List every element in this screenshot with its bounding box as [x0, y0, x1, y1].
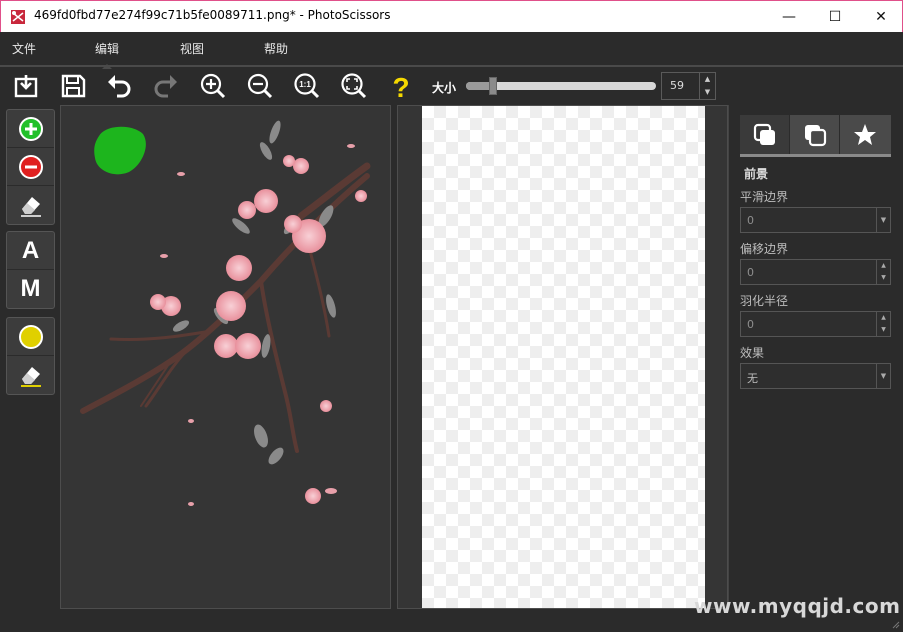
- star-icon: [854, 123, 876, 145]
- brush-size-spin-arrows[interactable]: ▲ ▼: [699, 73, 715, 99]
- brush-size-spinbox[interactable]: 59 ▲ ▼: [661, 72, 716, 100]
- menu-view[interactable]: 视图: [180, 40, 204, 57]
- auto-mode-letter: A: [21, 236, 40, 264]
- zoom-out-icon: [247, 73, 273, 99]
- window-title: 469fd0fbd77e274f99c71b5fe0089711.png* - …: [34, 8, 391, 22]
- feather-spin-arrows[interactable]: ▲ ▼: [876, 312, 890, 336]
- save-icon: [61, 74, 86, 98]
- smooth-edge-value: 0: [747, 214, 754, 227]
- smooth-edge-label: 平滑边界: [740, 190, 789, 204]
- zoom-in-button[interactable]: [196, 69, 230, 103]
- app-icon: [11, 10, 25, 24]
- smooth-edge-select[interactable]: 0 ▼: [740, 207, 891, 233]
- tab-background[interactable]: [790, 115, 840, 154]
- menu-file[interactable]: 文件: [12, 40, 36, 57]
- minimize-button[interactable]: —: [766, 1, 812, 32]
- redo-button[interactable]: [149, 69, 183, 103]
- effect-value: 无: [747, 372, 758, 385]
- redo-icon: [154, 75, 177, 98]
- zoom-fit-icon: [341, 73, 367, 99]
- keep-area-button[interactable]: [7, 318, 54, 356]
- help-glyph: ?: [392, 72, 409, 100]
- brush-size-value: 59: [670, 79, 684, 92]
- spin-down-icon[interactable]: ▼: [877, 272, 890, 284]
- auto-mode-button[interactable]: A: [7, 232, 54, 270]
- effect-select[interactable]: 无 ▼: [740, 363, 891, 389]
- plus-circle-icon: [18, 116, 43, 141]
- manual-mode-letter: M: [20, 275, 41, 302]
- zoom-fit-button[interactable]: [337, 69, 371, 103]
- zoom-actual-button[interactable]: 1:1: [290, 69, 324, 103]
- eraser-button[interactable]: [7, 186, 54, 224]
- add-foreground-button[interactable]: [7, 110, 54, 148]
- foreground-layers-icon: [753, 123, 775, 145]
- zoom-actual-icon: 1:1: [294, 73, 320, 99]
- foreground-marker-stroke: [94, 126, 146, 175]
- transparent-result-preview: [422, 106, 705, 608]
- mode-tool-group: A M: [6, 231, 55, 309]
- zoom-actual-label: 1:1: [299, 80, 311, 89]
- help-icon: ?: [392, 72, 409, 100]
- open-icon: [14, 75, 38, 98]
- yellow-eraser-icon: [20, 367, 41, 387]
- spin-down-icon[interactable]: ▼: [877, 324, 890, 336]
- spin-up-icon[interactable]: ▲: [700, 73, 715, 86]
- chevron-down-icon[interactable]: ▼: [876, 208, 890, 232]
- spin-up-icon[interactable]: ▲: [877, 312, 890, 324]
- keep-tool-group: [6, 317, 55, 395]
- title-bar: 469fd0fbd77e274f99c71b5fe0089711.png* - …: [0, 0, 903, 32]
- menu-help[interactable]: 帮助: [264, 40, 288, 57]
- marker-tool-group: [6, 109, 55, 225]
- close-button[interactable]: ✕: [858, 1, 903, 32]
- open-button[interactable]: [9, 69, 43, 103]
- menu-edit[interactable]: 编辑: [95, 40, 119, 69]
- undo-button[interactable]: [102, 69, 136, 103]
- tab-foreground[interactable]: [740, 115, 790, 154]
- undo-icon: [108, 75, 131, 98]
- brush-size-slider[interactable]: [466, 77, 656, 95]
- spin-up-icon[interactable]: ▲: [877, 260, 890, 272]
- brush-size-label: 大小: [432, 81, 457, 95]
- foreground-heading: 前景: [744, 167, 769, 181]
- source-canvas[interactable]: [60, 105, 391, 609]
- effect-label: 效果: [740, 346, 765, 360]
- spin-down-icon[interactable]: ▼: [700, 86, 715, 99]
- offset-edge-spinbox[interactable]: 0 ▲ ▼: [740, 259, 891, 285]
- save-button[interactable]: [56, 69, 90, 103]
- brush-size-slider-thumb[interactable]: [489, 77, 497, 95]
- feather-radius-label: 羽化半径: [740, 294, 789, 308]
- eraser-icon: [20, 197, 41, 217]
- offset-spin-arrows[interactable]: ▲ ▼: [876, 260, 890, 284]
- toolbar: 1:1 ? 大小 59 ▲ ▼: [0, 67, 903, 105]
- manual-mode-button[interactable]: M: [7, 270, 54, 308]
- chevron-down-icon[interactable]: ▼: [876, 364, 890, 388]
- leaves: [172, 120, 336, 465]
- watermark: www.myqqjd.com: [694, 594, 901, 618]
- menu-bar: 文件 编辑 视图 帮助: [0, 32, 903, 69]
- remove-background-button[interactable]: [7, 148, 54, 186]
- properties-panel: 前景 平滑边界 0 ▼ 偏移边界 0 ▲ ▼ 羽化半径 0 ▲ ▼ 效果 无 ▼: [733, 105, 903, 609]
- keep-eraser-button[interactable]: [7, 356, 54, 394]
- maximize-button[interactable]: ☐: [812, 1, 858, 32]
- help-button[interactable]: ?: [384, 69, 418, 103]
- result-canvas[interactable]: [397, 105, 728, 609]
- offset-edge-label: 偏移边界: [740, 242, 789, 256]
- offset-edge-value: 0: [747, 266, 754, 279]
- feather-radius-value: 0: [747, 318, 754, 331]
- feather-radius-spinbox[interactable]: 0 ▲ ▼: [740, 311, 891, 337]
- resize-grip-icon[interactable]: [890, 619, 900, 629]
- background-layers-icon: [804, 124, 826, 146]
- panel-divider: [728, 105, 729, 609]
- tab-output[interactable]: [840, 115, 890, 154]
- zoom-in-icon: [200, 73, 226, 99]
- minus-circle-icon: [18, 154, 43, 179]
- properties-tabs: [740, 115, 891, 157]
- source-image: [80, 120, 371, 506]
- yellow-circle-icon: [18, 324, 43, 349]
- zoom-out-button[interactable]: [243, 69, 277, 103]
